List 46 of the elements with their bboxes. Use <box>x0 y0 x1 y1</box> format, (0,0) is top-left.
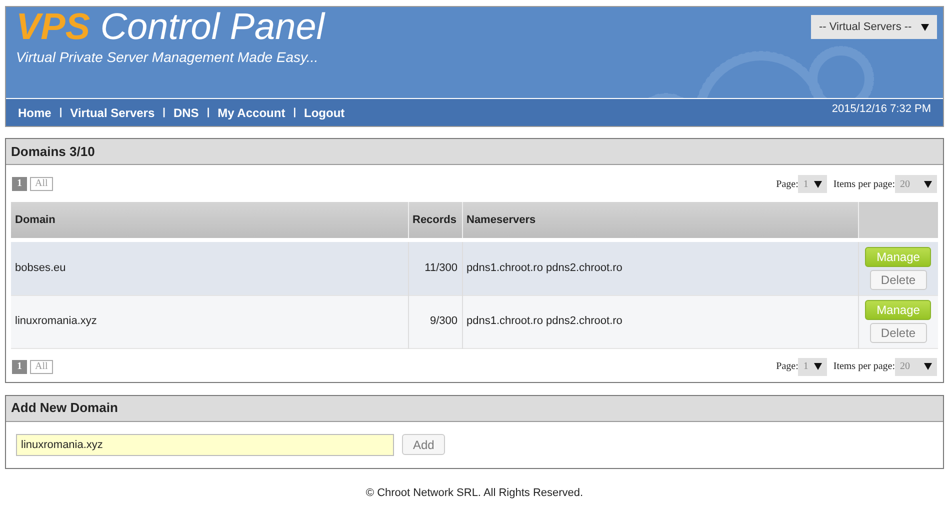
page-select[interactable]: 1 <box>798 358 828 376</box>
domain-cell: bobses.eu <box>11 242 408 295</box>
caret-icon <box>814 180 822 188</box>
column-header: Records <box>408 202 462 238</box>
page-link[interactable]: 1 <box>12 360 27 374</box>
records-cell: 9/300 <box>408 295 462 348</box>
column-header: Domain <box>11 202 408 238</box>
nameservers-cell: pdns1.chroot.ro pdns2.chroot.ro <box>462 295 858 348</box>
page-link[interactable]: 1 <box>12 177 27 191</box>
items-per-page-label: Items per page: <box>833 178 895 192</box>
nav-separator: | <box>59 106 62 120</box>
footer-text: © Chroot Network SRL. All Rights Reserved. <box>364 486 584 500</box>
nav-link[interactable]: Virtual Servers <box>70 104 155 122</box>
page-label: Page: <box>776 360 798 374</box>
panel-title: Domains 3/10 <box>6 139 943 165</box>
caret-icon <box>924 363 932 370</box>
add-button[interactable]: Add <box>402 434 446 455</box>
caret-icon <box>924 180 932 188</box>
page-link[interactable]: All <box>30 360 53 374</box>
items-per-page-label: Items per page: <box>833 360 895 374</box>
nav-link[interactable]: DNS <box>173 104 199 122</box>
page-link[interactable]: All <box>30 177 53 191</box>
domain-cell: linuxromania.xyz <box>11 295 408 348</box>
nav-separator: | <box>162 106 166 120</box>
panel-title: Add New Domain <box>6 396 943 422</box>
column-header: Nameservers <box>462 202 858 238</box>
caret-icon <box>921 24 929 30</box>
domain-input[interactable]: linuxromania.xyz <box>16 434 394 456</box>
page-label: Page: <box>776 178 798 192</box>
virtual-servers-select[interactable]: -- Virtual Servers -- <box>811 15 937 39</box>
nav-link[interactable]: Home <box>18 104 52 122</box>
nav-separator: | <box>293 106 296 120</box>
nav-separator: | <box>206 106 210 120</box>
records-cell: 11/300 <box>408 242 462 295</box>
caret-icon <box>814 363 822 370</box>
site-title: VPS Control Panel <box>16 7 325 47</box>
page-select[interactable]: 1 <box>798 175 828 193</box>
delete-button[interactable]: Delete <box>870 270 927 290</box>
delete-button[interactable]: Delete <box>870 323 927 343</box>
nav-link[interactable]: My Account <box>218 104 286 122</box>
nameservers-cell: pdns1.chroot.ro pdns2.chroot.ro <box>462 242 858 295</box>
items-per-page-select[interactable]: 20 <box>895 175 937 193</box>
datetime: 2015/12/16 7:32 PM <box>832 102 931 118</box>
nav-link[interactable]: Logout <box>304 104 345 122</box>
site-subtitle: Virtual Private Server Management Made Easy... <box>16 48 318 67</box>
items-per-page-select[interactable]: 20 <box>895 358 937 376</box>
